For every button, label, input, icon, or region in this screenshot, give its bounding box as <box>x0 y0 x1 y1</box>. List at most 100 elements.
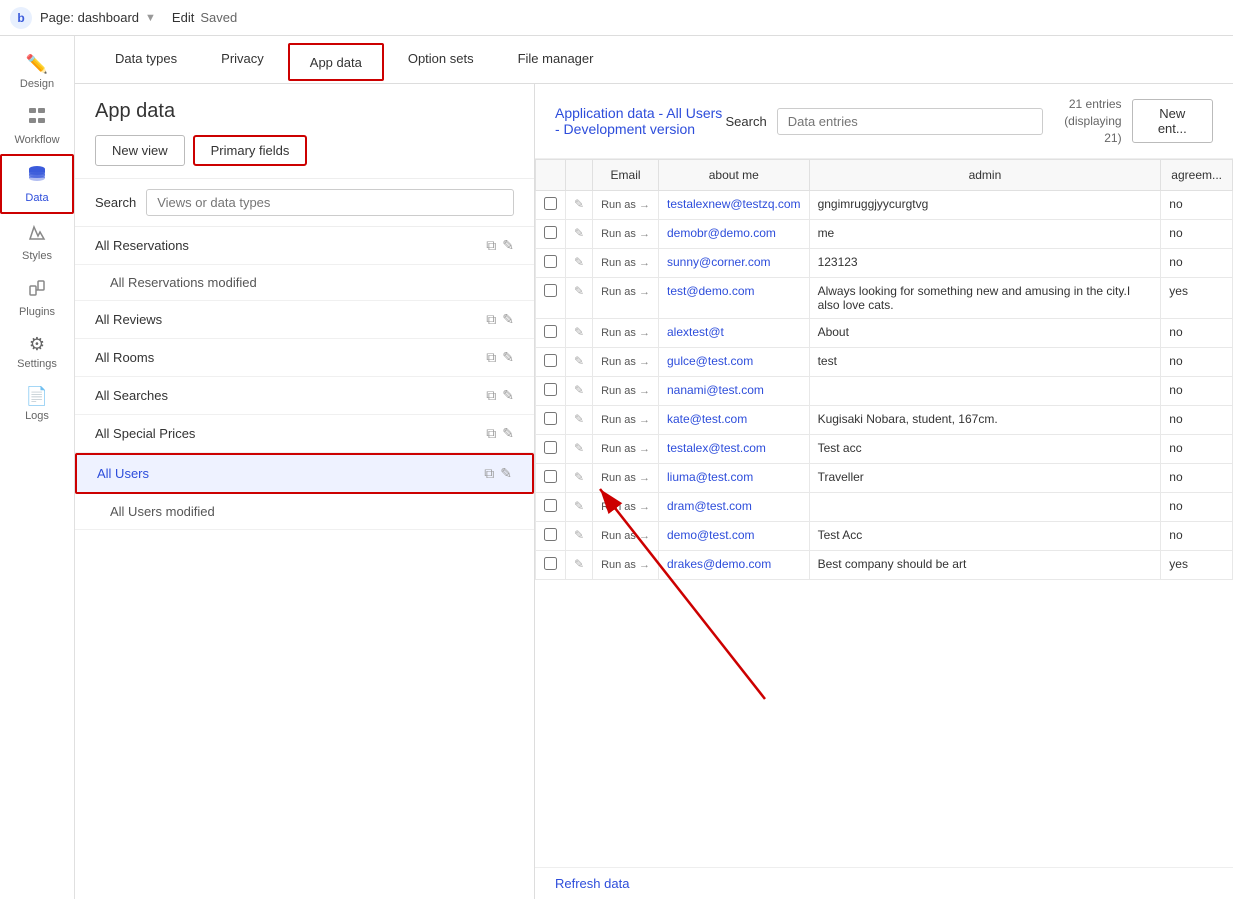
sidebar-item-logs[interactable]: 📄 Logs <box>0 378 74 430</box>
row-checkbox[interactable] <box>536 278 566 319</box>
copy-icon[interactable]: ⧉ <box>486 349 496 366</box>
list-item-all-reservations[interactable]: All Reservations ⧉ ✎ <box>75 227 534 265</box>
run-as-button[interactable]: Run as → <box>601 414 650 426</box>
search-area: Search 21 entries (displaying 21) New en… <box>726 96 1213 146</box>
email-value[interactable]: liuma@test.com <box>667 470 753 484</box>
run-as-button[interactable]: Run as → <box>601 356 650 368</box>
email-value[interactable]: test@demo.com <box>667 284 755 298</box>
run-as-button[interactable]: Run as → <box>601 385 650 397</box>
run-as-button[interactable]: Run as → <box>601 530 650 542</box>
data-search-input[interactable] <box>777 108 1043 135</box>
list-item-all-special-prices[interactable]: All Special Prices ⧉ ✎ <box>75 415 534 453</box>
email-value[interactable]: kate@test.com <box>667 412 747 426</box>
edit-icon[interactable]: ✎ <box>500 465 512 482</box>
views-search-input[interactable] <box>146 189 514 216</box>
row-checkbox[interactable] <box>536 191 566 220</box>
tab-data-types[interactable]: Data types <box>95 36 197 84</box>
list-item-all-searches[interactable]: All Searches ⧉ ✎ <box>75 377 534 415</box>
run-as-button[interactable]: Run as → <box>601 472 650 484</box>
copy-icon[interactable]: ⧉ <box>486 311 496 328</box>
run-as-button[interactable]: Run as → <box>601 327 650 339</box>
row-checkbox[interactable] <box>536 220 566 249</box>
row-checkbox[interactable] <box>536 464 566 493</box>
edit-pencil-icon[interactable]: ✎ <box>574 354 584 368</box>
sidebar-item-data[interactable]: Data <box>0 154 74 214</box>
email-value[interactable]: nanami@test.com <box>667 383 764 397</box>
row-checkbox[interactable] <box>536 435 566 464</box>
table-row: ✎ Run as → dram@test.com no <box>536 493 1233 522</box>
run-as-button[interactable]: Run as → <box>601 559 650 571</box>
run-as-button[interactable]: Run as → <box>601 257 650 269</box>
row-checkbox[interactable] <box>536 551 566 580</box>
email-value[interactable]: demobr@demo.com <box>667 226 776 240</box>
edit-pencil-icon[interactable]: ✎ <box>574 226 584 240</box>
edit-pencil-icon[interactable]: ✎ <box>574 255 584 269</box>
email-value[interactable]: demo@test.com <box>667 528 755 542</box>
email-value[interactable]: alextest@t <box>667 325 724 339</box>
edit-pencil-icon[interactable]: ✎ <box>574 470 584 484</box>
list-item-all-users-modified[interactable]: All Users modified <box>75 494 534 530</box>
edit-pencil-icon[interactable]: ✎ <box>574 383 584 397</box>
new-view-button[interactable]: New view <box>95 135 185 166</box>
sidebar-item-settings[interactable]: ⚙ Settings <box>0 326 74 378</box>
copy-icon[interactable]: ⧉ <box>486 387 496 404</box>
list-item-all-reservations-modified[interactable]: All Reservations modified <box>75 265 534 301</box>
refresh-data-link[interactable]: Refresh data <box>535 867 1233 899</box>
run-as-button[interactable]: Run as → <box>601 286 650 298</box>
email-value[interactable]: testalex@test.com <box>667 441 766 455</box>
sidebar-item-design[interactable]: ✏️ Design <box>0 46 74 98</box>
tab-app-data[interactable]: App data <box>288 43 384 81</box>
row-checkbox[interactable] <box>536 406 566 435</box>
copy-icon[interactable]: ⧉ <box>486 237 496 254</box>
run-as-button[interactable]: Run as → <box>601 501 650 513</box>
row-checkbox[interactable] <box>536 348 566 377</box>
primary-fields-button[interactable]: Primary fields <box>193 135 308 166</box>
sidebar-item-label: Design <box>20 78 54 90</box>
row-edit: ✎ <box>566 493 593 522</box>
row-checkbox[interactable] <box>536 493 566 522</box>
edit-pencil-icon[interactable]: ✎ <box>574 325 584 339</box>
list-item-all-rooms[interactable]: All Rooms ⧉ ✎ <box>75 339 534 377</box>
row-checkbox[interactable] <box>536 319 566 348</box>
page-dropdown-arrow[interactable]: ▼ <box>145 12 156 24</box>
list-item-all-reviews[interactable]: All Reviews ⧉ ✎ <box>75 301 534 339</box>
email-value[interactable]: drakes@demo.com <box>667 557 771 571</box>
edit-icon[interactable]: ✎ <box>502 349 514 366</box>
copy-icon[interactable]: ⧉ <box>484 465 494 482</box>
edit-pencil-icon[interactable]: ✎ <box>574 197 584 211</box>
edit-label[interactable]: Edit <box>172 10 194 25</box>
edit-pencil-icon[interactable]: ✎ <box>574 284 584 298</box>
run-as-button[interactable]: Run as → <box>601 228 650 240</box>
edit-icon[interactable]: ✎ <box>502 237 514 254</box>
email-value[interactable]: dram@test.com <box>667 499 752 513</box>
row-checkbox[interactable] <box>536 249 566 278</box>
row-checkbox[interactable] <box>536 377 566 406</box>
edit-icon[interactable]: ✎ <box>502 425 514 442</box>
right-panel: Application data - All Users - Developme… <box>535 84 1233 899</box>
email-value[interactable]: testalexnew@testzq.com <box>667 197 801 211</box>
sidebar-item-styles[interactable]: Styles <box>0 214 74 270</box>
edit-icon[interactable]: ✎ <box>502 387 514 404</box>
tab-file-manager[interactable]: File manager <box>498 36 614 84</box>
edit-pencil-icon[interactable]: ✎ <box>574 499 584 513</box>
new-entry-button[interactable]: New ent... <box>1132 99 1213 143</box>
email-value[interactable]: gulce@test.com <box>667 354 753 368</box>
list-item-all-users[interactable]: All Users ⧉ ✎ <box>75 453 534 494</box>
run-as-button[interactable]: Run as → <box>601 199 650 211</box>
edit-pencil-icon[interactable]: ✎ <box>574 412 584 426</box>
sidebar-item-plugins[interactable]: Plugins <box>0 270 74 326</box>
edit-icon[interactable]: ✎ <box>502 311 514 328</box>
edit-pencil-icon[interactable]: ✎ <box>574 528 584 542</box>
run-as-button[interactable]: Run as → <box>601 443 650 455</box>
row-run-as: Run as → <box>593 522 659 551</box>
row-checkbox[interactable] <box>536 522 566 551</box>
edit-pencil-icon[interactable]: ✎ <box>574 441 584 455</box>
table-row: ✎ Run as → nanami@test.com no <box>536 377 1233 406</box>
edit-pencil-icon[interactable]: ✎ <box>574 557 584 571</box>
row-email: alextest@t <box>658 319 809 348</box>
sidebar-item-workflow[interactable]: Workflow <box>0 98 74 154</box>
email-value[interactable]: sunny@corner.com <box>667 255 771 269</box>
copy-icon[interactable]: ⧉ <box>486 425 496 442</box>
tab-option-sets[interactable]: Option sets <box>388 36 494 84</box>
tab-privacy[interactable]: Privacy <box>201 36 284 84</box>
